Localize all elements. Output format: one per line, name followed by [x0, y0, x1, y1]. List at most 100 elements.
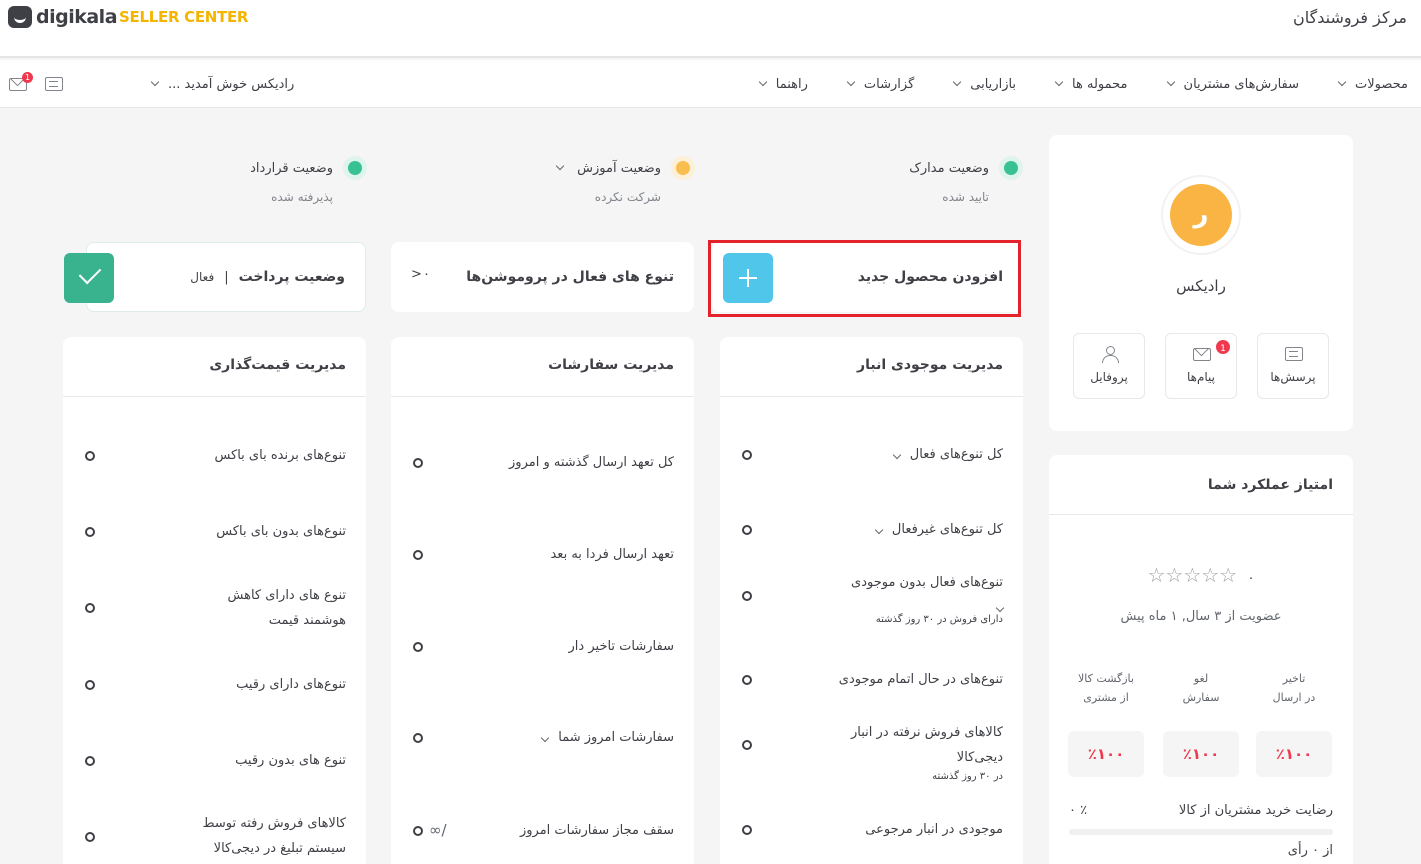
avatar[interactable]: ر: [1170, 184, 1232, 246]
pricing-row-buybox-winner[interactable]: تنوع‌های برنده بای باکس: [83, 443, 346, 468]
orders-row-daily-cap[interactable]: سقف مجاز سفارشات امروز ∞/: [411, 818, 674, 843]
nav-label: راهنما: [775, 76, 808, 92]
row-label: تنوع‌های دارای رقیب: [236, 677, 346, 692]
inventory-panel: مدیریت موجودی انبار کل تنوع‌های فعال کل …: [720, 337, 1023, 864]
site-title: مرکز فروشندگان: [1292, 8, 1407, 27]
inventory-title: مدیریت موجودی انبار: [720, 337, 1023, 397]
chevron-down-icon: [758, 77, 768, 87]
status-ring-icon: [85, 756, 95, 766]
row-sublabel: دارای فروش در ۳۰ روز گذشته: [875, 614, 1003, 625]
pricing-row-smart-price[interactable]: تنوع های دارای کاهش هوشمند قیمت: [83, 583, 346, 633]
inventory-row-returns[interactable]: موجودی در انبار مرجوعی: [740, 817, 1003, 842]
metric-label: از مشتری: [1083, 691, 1129, 704]
status-dot-green: [343, 156, 367, 180]
logo-subtitle: SELLER CENTER: [119, 8, 249, 26]
star-icon: ☆: [1147, 563, 1166, 587]
inventory-row-inactive[interactable]: کل تنوع‌های غیرفعال: [740, 517, 1003, 542]
status-value: تایید شده: [942, 190, 989, 204]
row-label: تعهد ارسال فردا به بعد: [550, 547, 674, 562]
profile-tile[interactable]: پروفایل: [1073, 333, 1145, 399]
logo-word: digikala: [36, 6, 118, 28]
nav-item-marketing[interactable]: بازاریابی: [953, 76, 1017, 92]
tile-label: پیام‌ها: [1186, 370, 1216, 384]
pricing-panel: مدیریت قیمت‌گذاری تنوع‌های برنده بای باک…: [63, 337, 366, 864]
chevron-down-icon: [540, 733, 550, 743]
metric-value: ٪۱۰۰: [1256, 731, 1332, 777]
satisfaction-bar: [1069, 829, 1333, 835]
status-title: وضعیت آموزش: [577, 160, 661, 176]
performance-card: امتیاز عملکرد شما ☆☆☆☆☆ ۰ عضویت از ۳ سال…: [1049, 455, 1353, 864]
row-label: کل تعهد ارسال گذشته و امروز: [509, 455, 674, 470]
digikala-logo-icon: [8, 6, 32, 28]
status-ring-icon: [85, 603, 95, 613]
chevron-down-icon: [995, 603, 1005, 613]
messages-button[interactable]: [44, 76, 64, 92]
star-icon: ☆: [1201, 563, 1220, 587]
status-dot-green: [999, 156, 1023, 180]
status-ring-icon: [742, 740, 752, 750]
tile-label: پروفایل: [1090, 370, 1128, 384]
welcome-text: رادیکس خوش آمدید ...: [168, 76, 295, 92]
metric-value: ٪۱۰۰: [1068, 731, 1144, 777]
membership-text: عضویت از ۳ سال, ۱ ماه پیش: [1120, 609, 1282, 624]
nav-user-area: 1 رادیکس خوش آمدید ...: [8, 60, 294, 108]
digikala-logo[interactable]: digikala SELLER CENTER: [8, 6, 248, 28]
pricing-row-ad-sales[interactable]: کالاهای فروش رفته توسط سیستم تبلیغ در دی…: [83, 811, 346, 861]
payment-value: فعال: [190, 270, 215, 284]
pricing-row-no-buybox[interactable]: تنوع‌های بدون بای باکس: [83, 519, 346, 544]
status-ring-icon: [85, 680, 95, 690]
performance-title: امتیاز عملکرد شما: [1049, 455, 1353, 515]
orders-row-delayed[interactable]: سفارشات تاخیر دار: [411, 634, 674, 659]
user-icon: [1100, 346, 1120, 363]
promotions-arrow-icon: <: [411, 267, 422, 282]
satisfaction-value: ۰ ٪: [1069, 803, 1088, 818]
messages-tile[interactable]: 1 پیام‌ها: [1165, 333, 1237, 399]
orders-row-total-commit[interactable]: کل تعهد ارسال گذشته و امروز: [411, 450, 674, 475]
row-label: تنوع‌های فعال بدون موجودی: [851, 575, 1003, 590]
nav-label: محموله ها: [1072, 76, 1128, 92]
user-menu[interactable]: رادیکس خوش آمدید ...: [150, 76, 295, 92]
status-ring-icon: [742, 525, 752, 535]
metric-label: سفارش: [1182, 691, 1220, 704]
inventory-row-active[interactable]: کل تنوع‌های فعال: [740, 442, 1003, 467]
inventory-row-unsold[interactable]: کالاهای فروش نرفته در انبار دیجی‌کالا در…: [740, 720, 1003, 784]
avatar-ring: ر: [1161, 175, 1241, 255]
questions-tile[interactable]: پرسش‌ها: [1257, 333, 1329, 399]
status-value: شرکت نکرده: [594, 190, 661, 204]
nav-item-help[interactable]: راهنما: [758, 76, 808, 92]
row-label: کل تنوع‌های فعال: [909, 447, 1003, 462]
nav-label: بازاریابی: [970, 76, 1017, 92]
orders-title: مدیریت سفارشات: [391, 337, 694, 397]
inventory-row-running-out[interactable]: تنوع‌های در حال اتمام موجودی: [740, 667, 1003, 692]
profile-name: رادیکس: [1176, 277, 1226, 295]
metric-label: تاخیر: [1282, 672, 1306, 685]
orders-row-tomorrow[interactable]: تعهد ارسال فردا به بعد: [411, 542, 674, 567]
promotions-title: تنوع های فعال در پروموشن‌ها: [466, 269, 674, 285]
top-bar: digikala SELLER CENTER مرکز فروشندگان: [0, 0, 1421, 58]
nav-item-customer-orders[interactable]: سفارش‌های مشتریان: [1166, 77, 1299, 92]
nav-item-shipments[interactable]: محموله ها: [1054, 76, 1128, 92]
status-contract: وضعیت قرارداد پذیرفته شده: [250, 156, 367, 204]
pricing-row-no-rival[interactable]: تنوع های بدون رقیب: [83, 748, 346, 773]
row-label: تنوع‌های در حال اتمام موجودی: [838, 672, 1003, 687]
notifications-button[interactable]: 1: [8, 72, 33, 92]
status-value: پذیرفته شده: [271, 190, 333, 204]
status-training[interactable]: وضعیت آموزش شرکت نکرده: [555, 156, 695, 204]
pricing-row-with-rival[interactable]: تنوع‌های دارای رقیب: [83, 672, 346, 697]
orders-row-today[interactable]: سفارشات امروز شما: [411, 725, 674, 750]
metric-label: در ارسال: [1272, 691, 1316, 704]
status-ring-icon: [413, 642, 423, 652]
chevron-down-icon: [1054, 77, 1064, 87]
status-ring-icon: [413, 733, 423, 743]
nav-item-reports[interactable]: گزارشات: [846, 77, 914, 92]
metric-label: بازگشت کالا: [1078, 672, 1134, 685]
promotions-card[interactable]: تنوع های فعال در پروموشن‌ها < ۰: [391, 242, 694, 312]
row-label: کل تنوع‌های غیرفعال: [891, 522, 1003, 537]
chevron-down-icon: [1166, 77, 1175, 87]
nav-item-products[interactable]: محصولات: [1337, 77, 1408, 92]
nav-menu: محصولات سفارش‌های مشتریان محموله ها بازا…: [720, 60, 1408, 108]
metric-cancel: لغو سفارش ٪۱۰۰: [1163, 669, 1239, 777]
inventory-row-no-stock[interactable]: تنوع‌های فعال بدون موجودی دارای فروش در …: [740, 570, 1005, 627]
status-documents: وضعیت مدارک تایید شده: [909, 156, 1023, 204]
chevron-down-icon: [892, 450, 901, 460]
